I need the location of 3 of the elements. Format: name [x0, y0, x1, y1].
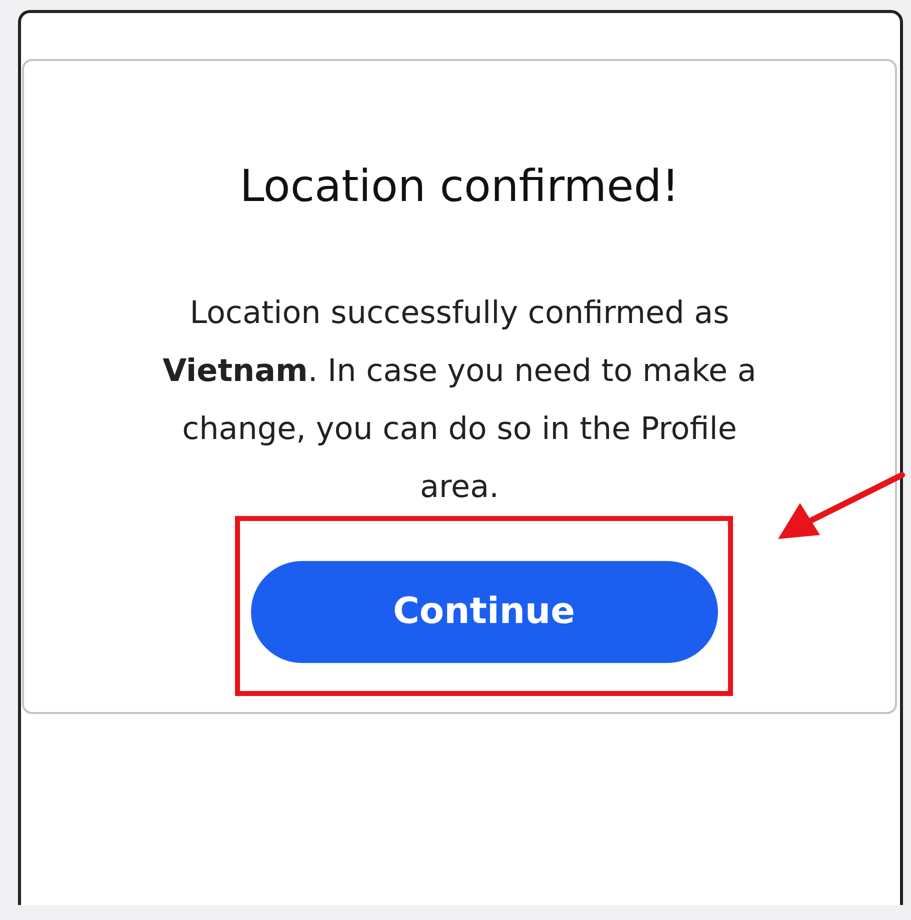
dialog-message: Location successfully confirmed as Vietnam. In case you need to make a change, you can do so in the Profile area. [162, 294, 758, 507]
dialog-title: Location confirmed! [238, 161, 680, 214]
continue-button[interactable]: Continue [250, 560, 718, 663]
